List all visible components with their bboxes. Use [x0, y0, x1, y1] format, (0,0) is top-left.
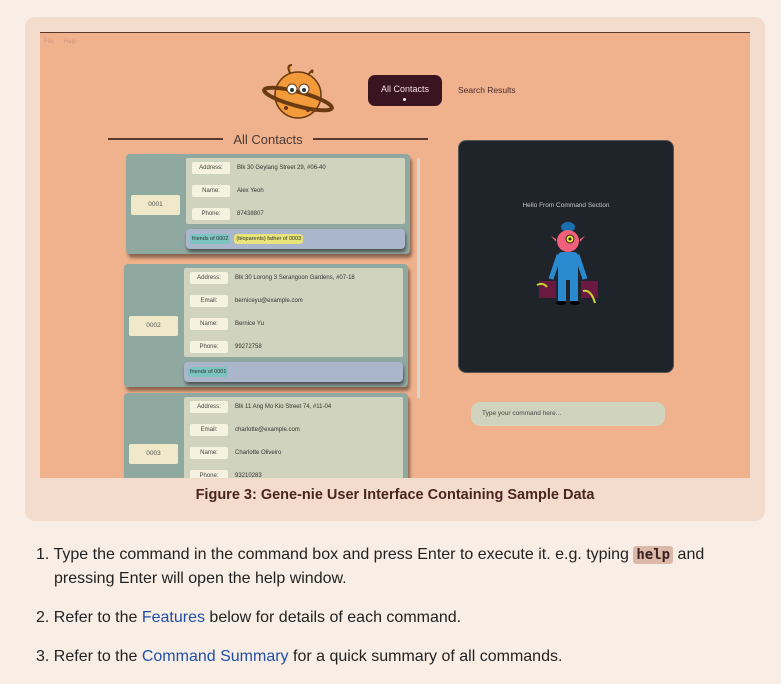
field-label: Email: [190, 424, 228, 436]
tag: friends of 0001 [188, 367, 229, 377]
field-label: Address: [192, 162, 230, 174]
command-summary-link[interactable]: Command Summary [142, 648, 289, 665]
contact-card[interactable]: 0002 Address: Blk 30 Lorong 3 Serangoon G… [124, 264, 408, 387]
contact-list-scrollbar[interactable] [417, 158, 420, 398]
active-indicator [403, 98, 406, 101]
address-value: Blk 30 Geylang Street 29, #06-40 [237, 165, 326, 171]
phone-value: 87438807 [237, 211, 264, 217]
menu-help[interactable]: Help [64, 39, 76, 45]
field-label: Name: [190, 447, 228, 459]
name-value: Alex Yeoh [237, 188, 264, 194]
phone-value: 93210283 [235, 473, 262, 478]
tab-search-results[interactable]: Search Results [458, 85, 516, 95]
tag: (bioparents) father of 0003 [234, 234, 304, 244]
section-heading: All Contacts [108, 130, 428, 148]
item-text: below for details of each command. [204, 609, 462, 626]
contact-details: Address: Blk 30 Lorong 3 Serangoon Garden… [184, 268, 403, 357]
command-message: Hello From Command Section [522, 202, 610, 209]
tab-label: All Contacts [380, 84, 430, 94]
contact-card[interactable]: 0003 Address: Blk 11 Ang Mo Kio Street 74… [124, 393, 408, 478]
planet-logo-icon [262, 64, 334, 119]
address-value: Blk 30 Lorong 3 Serangoon Gardens, #07-1… [235, 275, 355, 281]
instructions-list: 1. Type the command in the command box a… [36, 543, 756, 684]
list-item: 3. Refer to the Command Summary for a qu… [36, 645, 756, 669]
app-screenshot: File Help All Contacts Search Results Al… [40, 32, 750, 478]
section-title: All Contacts [233, 131, 303, 147]
contact-card[interactable]: 0001 Address: Blk 30 Geylang Street 29, #… [126, 154, 410, 254]
field-label: Name: [192, 185, 230, 197]
field-label: Phone: [192, 208, 230, 220]
address-value: Blk 11 Ang Mo Kio Street 74, #11-04 [235, 404, 332, 410]
phone-value: 99272758 [235, 344, 262, 350]
field-label: Phone: [190, 470, 228, 478]
tag-list: friends of 0002 (bioparents) father of 0… [186, 229, 405, 249]
list-item: 1. Type the command in the command box a… [36, 543, 756, 591]
name-value: Bernice Yu [235, 321, 264, 327]
item-text: Refer to the [53, 648, 142, 665]
item-text: for a quick summary of all commands. [288, 648, 563, 665]
item-number: 2. [36, 609, 54, 626]
item-text: Type the command in the command box and … [53, 546, 634, 563]
field-label: Phone: [190, 341, 228, 353]
field-label: Email: [190, 295, 228, 307]
command-input-placeholder: Type your command here... [482, 410, 562, 417]
field-label: Name: [190, 318, 228, 330]
alien-bellhop-icon [536, 222, 598, 305]
item-number: 1. [36, 546, 54, 563]
contact-details: Address: Blk 30 Geylang Street 29, #06-40… [186, 158, 405, 224]
tag-list: friends of 0001 [184, 362, 403, 382]
email-value: berniceyu@example.com [235, 298, 303, 304]
contact-id: 0003 [129, 444, 178, 464]
field-label: Address: [190, 272, 228, 284]
command-input[interactable]: Type your command here... [471, 402, 665, 426]
tab-all-contacts[interactable]: All Contacts [368, 75, 442, 106]
contact-id: 0002 [129, 316, 178, 336]
list-item: 2. Refer to the Features below for detai… [36, 606, 756, 630]
menu-file[interactable]: File [44, 39, 54, 45]
email-value: charlotte@example.com [235, 427, 300, 433]
item-text: Refer to the [53, 609, 142, 626]
field-label: Address: [190, 401, 228, 413]
name-value: Charlotte Oliveiro [235, 450, 282, 456]
features-link[interactable]: Features [142, 609, 205, 626]
contact-id: 0001 [131, 195, 180, 215]
command-section-panel: Hello From Command Section [458, 140, 674, 373]
tag: friends of 0002 [190, 234, 231, 244]
contact-details: Address: Blk 11 Ang Mo Kio Street 74, #11… [184, 397, 403, 478]
item-number: 3. [36, 648, 54, 665]
inline-code: help [633, 546, 674, 564]
figure-caption: Figure 3: Gene-nie User Interface Contai… [195, 487, 595, 503]
